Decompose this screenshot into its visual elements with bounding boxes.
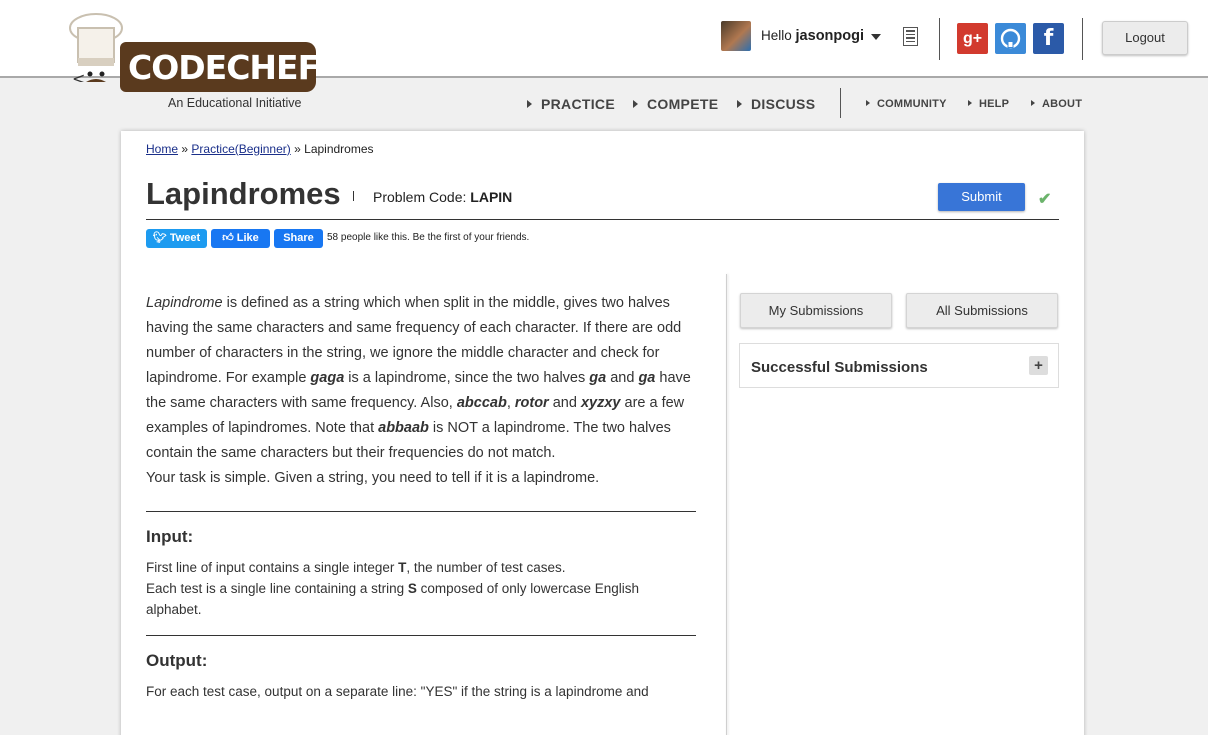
checkmark-icon: ✔ bbox=[1038, 191, 1052, 208]
breadcrumb-separator: » bbox=[181, 142, 189, 156]
submit-button[interactable]: Submit bbox=[938, 183, 1025, 211]
nav-divider bbox=[840, 88, 841, 118]
nav-about[interactable]: ABOUT bbox=[1031, 98, 1082, 110]
like-count-text: 58 people like this. Be the first of you… bbox=[327, 232, 530, 243]
section-rule bbox=[146, 635, 696, 636]
chef-hat-icon: < bbox=[69, 13, 123, 82]
problem-code-label: Problem Code: bbox=[373, 189, 467, 205]
output-description: For each test case, output on a separate… bbox=[146, 684, 649, 699]
triangle-right-icon bbox=[527, 100, 532, 108]
tweet-button[interactable]: 🐦︎ Tweet bbox=[146, 229, 207, 248]
triangle-right-icon bbox=[866, 100, 870, 106]
breadcrumb-home[interactable]: Home bbox=[146, 142, 178, 156]
problem-code: Problem Code: LAPIN bbox=[373, 189, 512, 205]
svg-text:<: < bbox=[72, 69, 85, 82]
greeting-text: Hello bbox=[761, 28, 792, 43]
breadcrumb-separator: » bbox=[294, 142, 301, 156]
twitter-bird-icon: 🐦︎ bbox=[152, 232, 167, 244]
logout-button[interactable]: Logout bbox=[1102, 21, 1188, 55]
statement-paragraph: Lapindrome is defined as a string which … bbox=[146, 295, 691, 461]
nav-practice[interactable]: PRACTICE bbox=[527, 96, 615, 112]
page-title: Lapindromes bbox=[146, 176, 341, 211]
github-icon[interactable] bbox=[995, 23, 1026, 54]
triangle-right-icon bbox=[968, 100, 972, 106]
column-divider bbox=[726, 274, 727, 735]
problem-statement: Lapindrome is defined as a string which … bbox=[146, 291, 696, 702]
problem-code-value: LAPIN bbox=[470, 189, 513, 205]
nav-community[interactable]: COMMUNITY bbox=[866, 98, 947, 110]
logo-wordmark: CODECHEF bbox=[120, 42, 320, 92]
successful-submissions-label: Successful Submissions bbox=[751, 359, 928, 376]
thumbs-up-icon: 👍︎ bbox=[222, 232, 234, 244]
statement-task: Your task is simple. Given a string, you… bbox=[146, 470, 600, 486]
expand-plus-icon[interactable]: + bbox=[1029, 356, 1048, 375]
codechef-logo[interactable]: < CODECHEF An Educational Initiative bbox=[62, 12, 322, 112]
breadcrumb: Home » Practice(Beginner) » Lapindromes bbox=[146, 142, 374, 156]
breadcrumb-current: Lapindromes bbox=[304, 142, 374, 156]
triangle-right-icon bbox=[633, 100, 638, 108]
section-rule bbox=[146, 511, 696, 512]
all-submissions-button[interactable]: All Submissions bbox=[906, 293, 1058, 328]
notepad-icon[interactable] bbox=[903, 27, 918, 46]
nav-discuss[interactable]: DISCUSS bbox=[737, 96, 815, 112]
title-divider bbox=[353, 191, 354, 201]
header-divider bbox=[939, 18, 940, 60]
input-heading: Input: bbox=[146, 527, 194, 546]
user-greeting[interactable]: Hello jasonpogi bbox=[761, 28, 864, 44]
username: jasonpogi bbox=[795, 28, 865, 44]
facebook-icon[interactable]: f bbox=[1033, 23, 1064, 54]
facebook-share-button[interactable]: Share bbox=[274, 229, 323, 248]
input-description: First line of input contains a single in… bbox=[146, 560, 640, 617]
breadcrumb-practice-beginner[interactable]: Practice(Beginner) bbox=[191, 142, 290, 156]
user-avatar[interactable] bbox=[721, 21, 751, 51]
my-submissions-button[interactable]: My Submissions bbox=[740, 293, 892, 328]
header-divider bbox=[1082, 18, 1083, 60]
chevron-down-icon[interactable] bbox=[871, 34, 881, 40]
nav-compete[interactable]: COMPETE bbox=[633, 96, 718, 112]
nav-help[interactable]: HELP bbox=[968, 98, 1009, 110]
github-mark bbox=[1000, 28, 1021, 49]
successful-submissions-panel[interactable]: Successful Submissions + bbox=[739, 343, 1059, 388]
problem-card: Home » Practice(Beginner) » Lapindromes … bbox=[121, 131, 1084, 735]
facebook-like-button[interactable]: 👍︎ Like bbox=[211, 229, 270, 248]
output-heading: Output: bbox=[146, 651, 208, 670]
triangle-right-icon bbox=[737, 100, 742, 108]
triangle-right-icon bbox=[1031, 100, 1035, 106]
title-rule bbox=[146, 219, 1059, 220]
logo-tagline: An Educational Initiative bbox=[168, 96, 302, 110]
google-plus-icon[interactable]: g+ bbox=[957, 23, 988, 54]
